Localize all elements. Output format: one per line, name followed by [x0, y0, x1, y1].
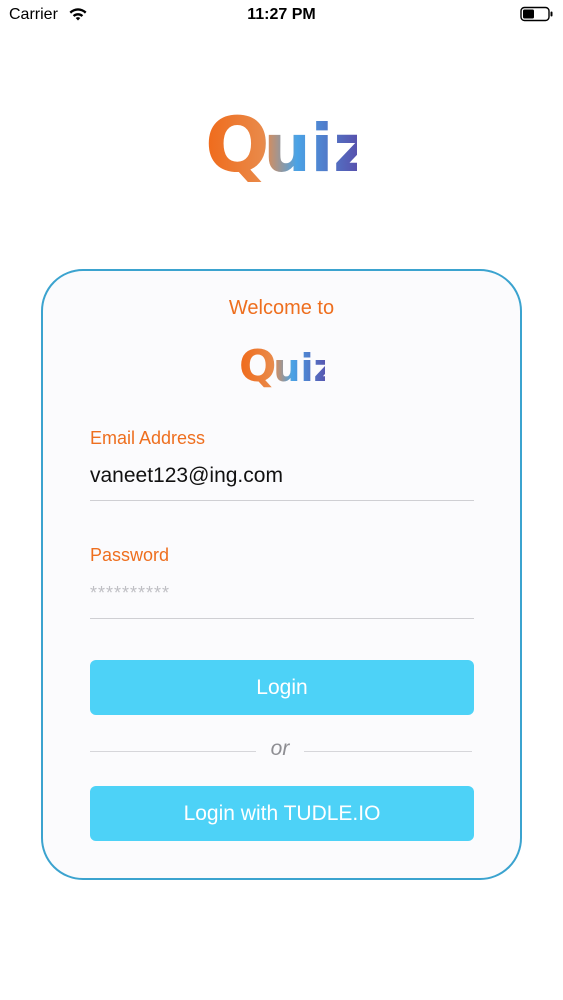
status-bar: Carrier 11:27 PM: [0, 0, 563, 30]
email-underline: [90, 500, 474, 501]
svg-text:Quiz: Quiz: [205, 105, 357, 185]
or-label: or: [270, 737, 290, 760]
password-underline: [90, 618, 474, 619]
clock: 11:27 PM: [247, 6, 316, 23]
battery-icon: [520, 6, 553, 22]
email-label: Email Address: [90, 428, 206, 448]
welcome-title: Welcome to: [228, 297, 335, 319]
login-with-tudle-button[interactable]: Login with TUDLE.IO: [90, 786, 474, 841]
login-card: Welcome to Quiz Email Address Password L…: [41, 269, 522, 880]
divider-right: [304, 751, 472, 752]
quiz-logo: Quiz: [205, 105, 357, 185]
divider-left: [90, 751, 256, 752]
email-input[interactable]: [90, 458, 474, 494]
password-label: Password: [90, 545, 170, 565]
login-button[interactable]: Login: [90, 660, 474, 715]
password-input[interactable]: [90, 575, 474, 611]
svg-text:Quiz: Quiz: [239, 341, 325, 389]
quiz-logo-small: Quiz: [239, 341, 325, 389]
